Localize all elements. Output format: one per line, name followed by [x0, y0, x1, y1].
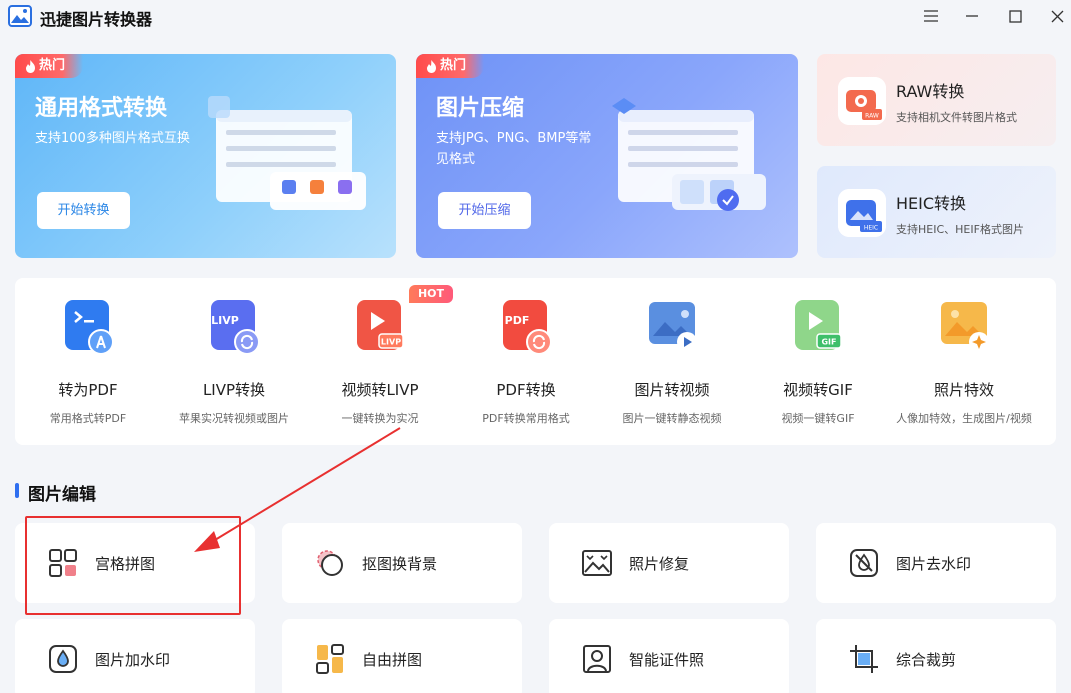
livp-icon-text: LIVP [211, 314, 239, 327]
edit-label: 抠图换背景 [362, 555, 438, 573]
tool-to-pdf[interactable]: 转为PDF 常用格式转PDF [15, 278, 161, 445]
edit-crop[interactable]: 综合裁剪 [816, 619, 1056, 693]
tool-title: 转为PDF [58, 381, 118, 399]
heic-convert-card[interactable]: HEIC HEIC转换 支持HEIC、HEIF格式图片 [817, 166, 1056, 258]
tool-title: PDF转换 [496, 381, 556, 399]
tool-title: LIVP转换 [202, 381, 266, 399]
livp-convert-icon: LIVP [211, 300, 260, 355]
free-collage-icon [316, 644, 344, 674]
hero-title: 通用格式转换 [35, 96, 168, 121]
tool-livp-convert[interactable]: LIVP LIVP转换 苹果实况转视频或图片 [161, 278, 307, 445]
tool-subtitle: 苹果实况转视频或图片 [179, 412, 289, 425]
heic-convert-subtitle: 支持HEIC、HEIF格式图片 [896, 223, 1024, 236]
edit-label: 图片去水印 [896, 555, 972, 573]
heic-badge-text: HEIC [864, 225, 878, 232]
video-to-gif-icon: GIF [795, 300, 842, 350]
edit-free-collage[interactable]: 自由拼图 [282, 619, 522, 693]
close-button[interactable] [1044, 4, 1070, 28]
photo-effects-icon [941, 302, 989, 352]
app-window-illustration [208, 96, 366, 210]
tool-subtitle: 人像加特效，生成图片/视频 [896, 412, 1032, 425]
cutout-icon [317, 550, 343, 576]
maximize-icon [1008, 9, 1022, 23]
raw-camera-icon: RAW [838, 77, 886, 125]
edit-remove-watermark[interactable]: 图片去水印 [816, 523, 1056, 603]
to-pdf-icon [65, 300, 114, 355]
tool-subtitle: 常用格式转PDF [49, 412, 127, 425]
edit-label: 智能证件照 [629, 651, 705, 669]
app-title: 迅捷图片转换器 [40, 10, 153, 29]
hot-badge: HOT [409, 285, 453, 303]
remove-watermark-icon [850, 549, 878, 577]
raw-badge-text: RAW [865, 113, 879, 120]
title-bar: 迅捷图片转换器 [0, 0, 1071, 34]
start-compress-button[interactable]: 开始压缩 [438, 192, 531, 229]
tool-title: 视频转LIVP [341, 381, 419, 399]
menu-button[interactable] [918, 4, 944, 28]
hero-title: 图片压缩 [436, 96, 525, 121]
edit-label: 宫格拼图 [95, 555, 156, 573]
hot-tag-label: 热门 [440, 58, 467, 73]
tool-photo-effects[interactable]: 照片特效 人像加特效，生成图片/视频 [891, 278, 1037, 445]
tool-video-to-gif[interactable]: GIF 视频转GIF 视频一键转GIF [745, 278, 891, 445]
hero-card-compress[interactable]: 热门 图片压缩 支持JPG、PNG、BMP等常见格式 开始压缩 [416, 54, 798, 258]
pdf-icon-text: PDF [505, 314, 530, 327]
app-window-illustration [612, 98, 766, 211]
heic-image-icon: HEIC [838, 189, 886, 237]
tool-subtitle: 图片一键转静态视频 [622, 412, 722, 425]
hot-tag: 热门 [416, 54, 485, 78]
edit-label: 综合裁剪 [896, 651, 957, 669]
hero-description: 支持JPG、PNG、BMP等常见格式 [436, 131, 592, 167]
raw-convert-subtitle: 支持相机文件转图片格式 [896, 111, 1017, 124]
livp-icon-text: LIVP [381, 338, 401, 347]
tool-image-to-video[interactable]: 图片转视频 图片一键转静态视频 [599, 278, 745, 445]
id-photo-icon [583, 645, 611, 673]
photo-repair-icon [582, 550, 612, 576]
gif-icon-text: GIF [821, 338, 836, 347]
tool-video-to-livp[interactable]: HOT LIVP 视频转LIVP 一键转换为实况 [307, 278, 453, 445]
edit-add-watermark[interactable]: 图片加水印 [15, 619, 255, 693]
edit-cutout-background[interactable]: 抠图换背景 [282, 523, 522, 603]
tool-title: 照片特效 [933, 381, 994, 399]
hot-tag-label: 热门 [39, 58, 66, 73]
section-title: 图片编辑 [28, 485, 96, 505]
tool-subtitle: PDF转换常用格式 [482, 412, 570, 425]
raw-convert-card[interactable]: RAW RAW转换 支持相机文件转图片格式 [817, 54, 1056, 146]
add-watermark-icon [49, 645, 77, 673]
edit-label: 图片加水印 [95, 651, 171, 669]
image-to-video-icon [649, 302, 697, 352]
grid-collage-icon [49, 549, 77, 577]
video-to-livp-icon: LIVP [357, 300, 404, 350]
edit-grid-collage[interactable]: 宫格拼图 [15, 523, 255, 603]
hero-description: 支持100多种图片格式互换 [35, 131, 190, 146]
start-convert-button[interactable]: 开始转换 [37, 192, 130, 229]
section-accent-bar [15, 483, 19, 498]
edit-label: 照片修复 [629, 555, 690, 573]
edit-id-photo[interactable]: 智能证件照 [549, 619, 789, 693]
hero-card-format-convert[interactable]: 热门 通用格式转换 支持100多种图片格式互换 开始转换 [15, 54, 396, 258]
hot-tag: 热门 [15, 54, 84, 78]
raw-convert-title: RAW转换 [896, 82, 965, 101]
tool-title: 图片转视频 [634, 381, 710, 399]
pdf-convert-icon: PDF [503, 300, 552, 355]
heic-convert-title: HEIC转换 [896, 194, 967, 213]
tool-pdf-convert[interactable]: PDF PDF转换 PDF转换常用格式 [453, 278, 599, 445]
crop-icon [850, 645, 878, 673]
menu-icon [924, 10, 938, 22]
tools-panel: 转为PDF 常用格式转PDF LIVP LIVP转换 苹果实况转视频或图片 HO… [15, 278, 1056, 445]
flame-icon [427, 59, 436, 73]
minimize-icon [966, 15, 978, 17]
edit-label: 自由拼图 [362, 651, 423, 669]
maximize-button[interactable] [1002, 4, 1028, 28]
tool-subtitle: 一键转换为实况 [341, 412, 419, 425]
flame-icon [26, 59, 35, 73]
tool-subtitle: 视频一键转GIF [781, 412, 855, 425]
tool-title: 视频转GIF [783, 381, 853, 399]
close-icon [1051, 10, 1063, 22]
minimize-button[interactable] [959, 4, 985, 28]
edit-photo-repair[interactable]: 照片修复 [549, 523, 789, 603]
app-logo-icon [8, 5, 32, 27]
